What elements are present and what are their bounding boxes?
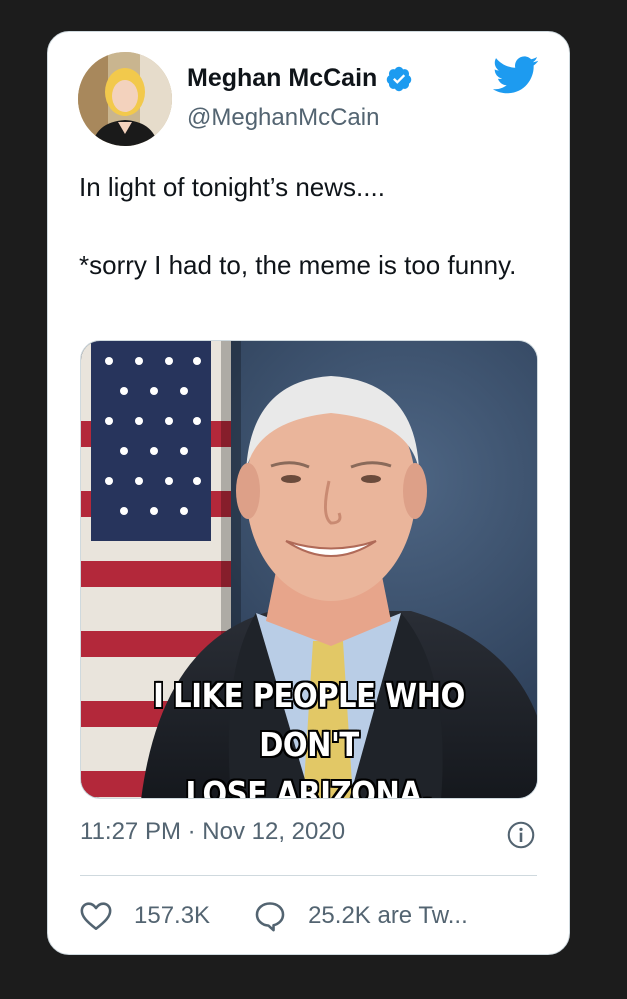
action-bar: 157.3K 25.2K are Tw...: [78, 899, 468, 933]
heart-icon: [80, 902, 112, 931]
tweet-card[interactable]: Meghan McCain @MeghanMcCain In light of …: [47, 31, 570, 955]
author-name[interactable]: Meghan McCain: [187, 64, 377, 93]
meme-caption-line: LOSE ARIZONA.: [185, 774, 433, 799]
author-handle[interactable]: @MeghanMcCain: [187, 104, 379, 132]
tweet-text-line: In light of tonight’s news....: [79, 172, 385, 202]
speech-bubble-icon: [255, 902, 285, 932]
divider: [80, 875, 537, 876]
reply-button[interactable]: 25.2K are Tw...: [252, 899, 468, 933]
avatar[interactable]: [78, 52, 172, 146]
verified-badge-icon: [387, 66, 412, 91]
info-icon[interactable]: [507, 821, 535, 849]
meme-caption-line: I LIKE PEOPLE WHO DON'T: [153, 676, 465, 764]
tweet-text: In light of tonight’s news.... *sorry I …: [79, 168, 539, 285]
like-button[interactable]: 157.3K: [78, 899, 210, 933]
meme-caption: I LIKE PEOPLE WHO DON'T LOSE ARIZONA.: [108, 671, 509, 799]
like-count: 157.3K: [134, 902, 211, 929]
tweet-text-line: *sorry I had to, the meme is too funny.: [79, 250, 517, 280]
tweet-timestamp[interactable]: 11:27 PM · Nov 12, 2020: [80, 818, 345, 846]
twitter-bird-icon[interactable]: [491, 56, 539, 96]
reply-count: 25.2K are Tw...: [308, 902, 468, 929]
tweet-image[interactable]: I LIKE PEOPLE WHO DON'T LOSE ARIZONA.: [80, 340, 538, 799]
